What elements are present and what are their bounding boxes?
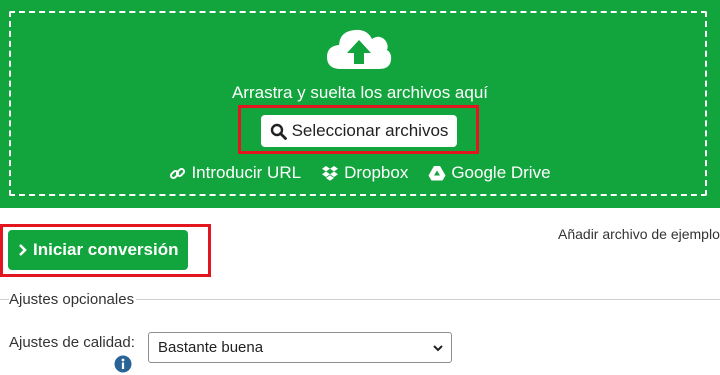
cloud-upload-icon — [327, 29, 392, 69]
upload-dropzone[interactable]: Arrastra y suelta los archivos aquí Sele… — [0, 0, 720, 208]
quality-settings-label: Ajustes de calidad: — [9, 334, 135, 351]
google-drive-icon — [428, 166, 446, 181]
quality-select[interactable]: Bastante buena — [148, 332, 452, 363]
info-icon[interactable] — [114, 355, 132, 373]
link-icon — [170, 167, 186, 179]
drop-instructions: Arrastra y suelta los archivos aquí — [231, 83, 489, 102]
source-google-drive[interactable]: Google Drive — [428, 163, 551, 183]
source-google-drive-label: Google Drive — [451, 163, 551, 182]
optional-settings-legend: Ajustes opcionales — [9, 291, 137, 308]
source-url-label: Introducir URL — [191, 163, 302, 182]
source-dropbox-label: Dropbox — [344, 163, 409, 182]
highlight-start-conversion — [0, 224, 211, 277]
source-url[interactable]: Introducir URL — [169, 163, 301, 183]
source-dropbox[interactable]: Dropbox — [321, 163, 408, 183]
add-sample-file-link[interactable]: Añadir archivo de ejemplo — [558, 226, 720, 242]
dropbox-icon — [322, 165, 339, 181]
highlight-select-files — [238, 105, 479, 154]
upload-sources: Introducir URL Dropbox Google Drive — [0, 163, 720, 183]
quality-select-value: Bastante buena — [158, 339, 264, 356]
chevron-down-icon — [433, 345, 443, 352]
